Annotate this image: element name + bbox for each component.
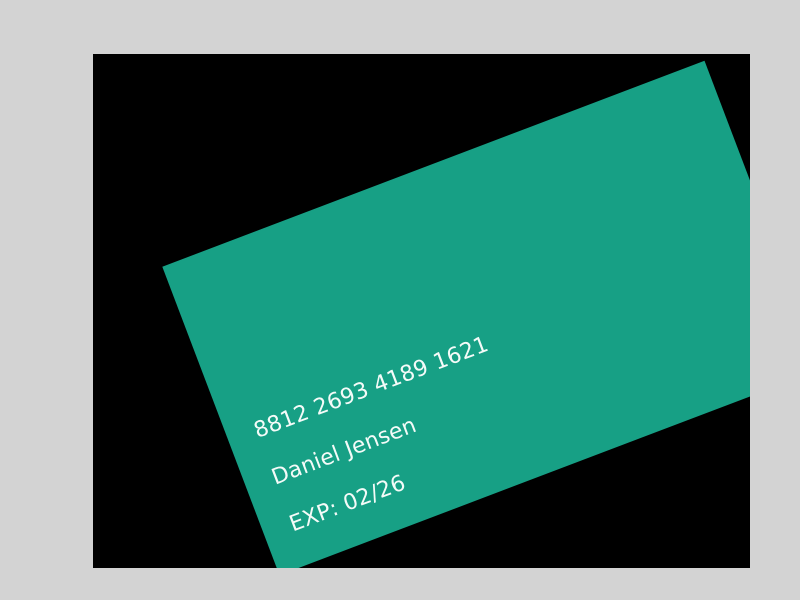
payment-card: 8812 2693 4189 1621 Daniel Jensen EXP: 0… <box>162 60 750 568</box>
card-expiry-date: EXP: 02/26 <box>286 470 410 538</box>
card-number: 8812 2693 4189 1621 <box>250 332 493 444</box>
card-viewport: 8812 2693 4189 1621 Daniel Jensen EXP: 0… <box>93 54 750 568</box>
